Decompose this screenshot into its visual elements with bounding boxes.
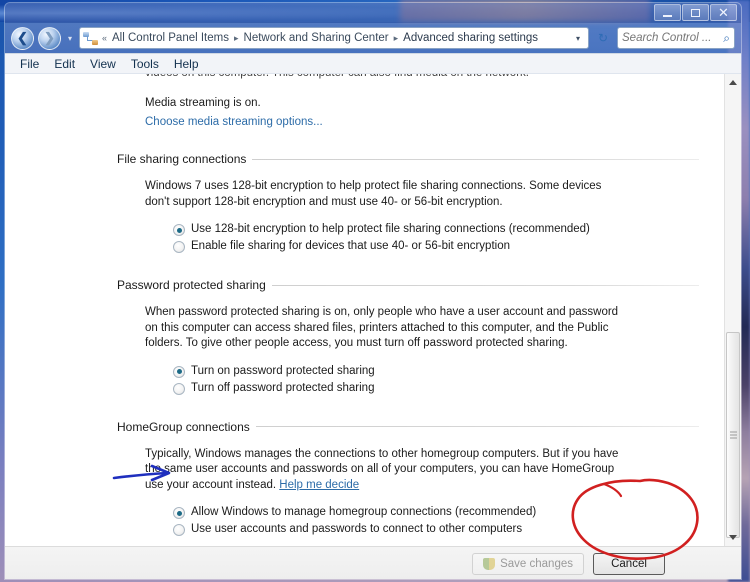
save-changes-button[interactable]: Save changes [472, 552, 584, 575]
scrollbar-grip [730, 431, 737, 439]
window-controls: ✕ [654, 4, 737, 21]
radio-label: Allow Windows to manage homegroup connec… [191, 506, 537, 518]
breadcrumb-item-advanced-sharing-settings[interactable]: Advanced sharing settings [401, 31, 540, 45]
forward-button[interactable]: ❯ [38, 26, 61, 50]
radio-label: Use 128-bit encryption to help protect f… [191, 223, 590, 235]
close-button[interactable]: ✕ [710, 4, 737, 21]
radio-icon[interactable] [173, 365, 185, 378]
settings-scroll-pane: videos on this computer. This computer c… [5, 74, 724, 546]
section-body-homegroup-connections: Typically, Windows manages the connectio… [145, 447, 619, 491]
scroll-down-button[interactable] [725, 529, 741, 546]
save-changes-label: Save changes [500, 557, 573, 570]
breadcrumb-item-all-control-panel-items[interactable]: All Control Panel Items [110, 31, 231, 45]
media-streaming-status: Media streaming is on. [145, 97, 261, 109]
menu-item-file[interactable]: File [13, 55, 46, 73]
radio-option-use-user-accounts-passwords[interactable]: Use user accounts and passwords to conne… [173, 522, 699, 539]
choose-media-streaming-options-link[interactable]: Choose media streaming options... [145, 116, 323, 128]
section-title: File sharing connections [117, 152, 247, 166]
menu-item-help[interactable]: Help [167, 55, 206, 73]
title-bar: ✕ [5, 3, 741, 23]
search-box[interactable]: ⌕ [617, 27, 735, 49]
radio-group-homegroup-connections: Allow Windows to manage homegroup connec… [173, 505, 699, 539]
search-icon[interactable]: ⌕ [723, 31, 730, 46]
radio-icon[interactable] [173, 241, 185, 253]
help-me-decide-link[interactable]: Help me decide [279, 479, 359, 491]
minimize-button[interactable] [654, 4, 681, 21]
section-body-password-protected-sharing: When password protected sharing is on, o… [145, 306, 619, 349]
scrollbar-thumb[interactable] [726, 332, 740, 538]
menu-item-view[interactable]: View [83, 55, 123, 73]
maximize-button[interactable] [682, 4, 709, 21]
chevron-down-icon[interactable]: ▾ [571, 34, 585, 43]
clipped-text-line: videos on this computer. This computer c… [145, 74, 699, 80]
radio-option-turn-off-password-protected-sharing[interactable]: Turn off password protected sharing [173, 381, 699, 398]
radio-icon[interactable] [173, 382, 185, 395]
radio-label: Turn on password protected sharing [191, 364, 375, 377]
shield-icon [483, 557, 496, 570]
section-title: HomeGroup connections [117, 419, 250, 434]
scroll-up-button[interactable] [725, 74, 741, 91]
radio-option-allow-windows-manage-homegroup[interactable]: Allow Windows to manage homegroup connec… [173, 505, 699, 522]
history-dropdown-icon[interactable]: ▾ [65, 34, 75, 43]
breadcrumb-item-network-and-sharing-center[interactable]: Network and Sharing Center [242, 31, 391, 45]
section-body-file-sharing-connections: Windows 7 uses 128-bit encryption to hel… [145, 180, 602, 208]
section-header-file-sharing-connections: File sharing connections [117, 152, 699, 166]
radio-option-enable-40-56bit-encryption[interactable]: Enable file sharing for devices that use… [173, 239, 699, 256]
refresh-icon[interactable]: ↻ [593, 27, 613, 49]
radio-icon[interactable] [173, 224, 185, 236]
section-divider [271, 284, 699, 286]
radio-option-turn-on-password-protected-sharing[interactable]: Turn on password protected sharing [173, 364, 699, 381]
section-divider [255, 426, 699, 427]
menu-item-tools[interactable]: Tools [124, 55, 166, 73]
radio-label: Enable file sharing for devices that use… [191, 240, 510, 252]
radio-label: Use user accounts and passwords to conne… [191, 523, 523, 535]
back-button[interactable]: ❮ [11, 26, 34, 50]
radio-option-use-128bit-encryption[interactable]: Use 128-bit encryption to help protect f… [173, 222, 699, 239]
radio-icon[interactable] [173, 524, 185, 536]
breadcrumb[interactable]: « All Control Panel Items ▸ Network and … [79, 27, 589, 49]
radio-group-password-protected-sharing: Turn on password protected sharing Turn … [173, 364, 699, 398]
cancel-label: Cancel [611, 557, 647, 570]
menu-bar: File Edit View Tools Help [5, 53, 741, 74]
search-input[interactable] [622, 32, 724, 44]
radio-group-file-sharing-connections: Use 128-bit encryption to help protect f… [173, 222, 699, 256]
explorer-window: ✕ ❮ ❯ ▾ « All Control Panel Items ▸ Netw… [4, 2, 742, 580]
radio-icon[interactable] [173, 507, 185, 519]
cancel-button[interactable]: Cancel [593, 552, 665, 575]
menu-item-edit[interactable]: Edit [47, 55, 82, 73]
vertical-scrollbar[interactable] [724, 74, 741, 546]
breadcrumb-separator-icon: ▸ [233, 32, 239, 43]
section-header-homegroup-connections: HomeGroup connections [117, 420, 699, 434]
address-bar: ❮ ❯ ▾ « All Control Panel Items ▸ Networ… [5, 23, 741, 53]
radio-label: Turn off password protected sharing [191, 381, 375, 394]
breadcrumb-separator-icon: ▸ [393, 32, 399, 43]
section-title: Password protected sharing [117, 278, 266, 292]
network-sharing-icon [83, 31, 98, 46]
section-divider [252, 158, 699, 160]
dialog-footer: Save changes Cancel [5, 546, 741, 579]
content-area: videos on this computer. This computer c… [5, 74, 741, 546]
breadcrumb-overflow-icon[interactable]: « [101, 33, 108, 43]
section-header-password-protected-sharing: Password protected sharing [117, 278, 699, 292]
